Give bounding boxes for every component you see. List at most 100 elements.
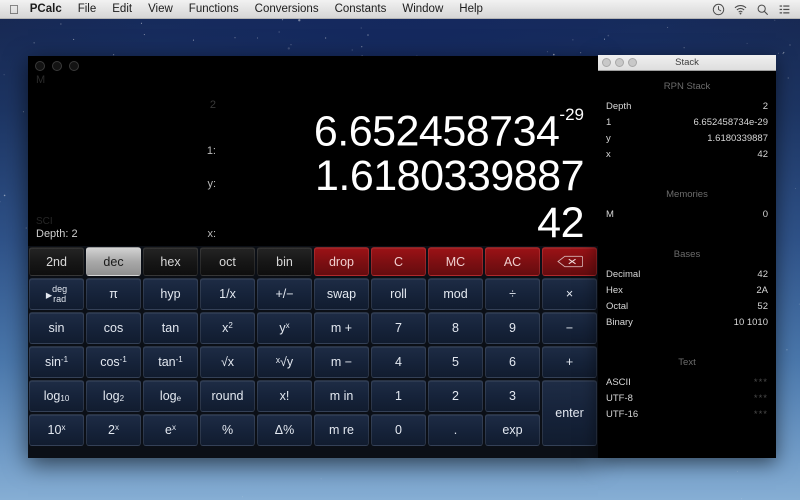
key-deg-rad[interactable]: ▸ degrad xyxy=(29,278,84,310)
key-4[interactable]: 4 xyxy=(371,346,426,378)
key-backspace[interactable] xyxy=(542,247,597,276)
key-bin[interactable]: bin xyxy=(257,247,312,276)
menu-item-constants[interactable]: Constants xyxy=(327,0,395,19)
key-acos[interactable]: cos-1 xyxy=(86,346,141,378)
key-e-power-x[interactable]: ex xyxy=(143,414,198,446)
stack-close-button[interactable] xyxy=(602,58,611,67)
key-atan[interactable]: tan-1 xyxy=(143,346,198,378)
text-row-ascii-key: ASCII xyxy=(606,376,631,390)
menu-bar:  PCalc File Edit View Functions Convers… xyxy=(0,0,800,19)
menu-item-edit[interactable]: Edit xyxy=(104,0,140,19)
display-row-y: 1.6180339887 xyxy=(164,152,584,199)
key-round[interactable]: round xyxy=(200,380,255,412)
key-oct[interactable]: oct xyxy=(200,247,255,276)
key-exponent[interactable]: exp xyxy=(485,414,540,446)
keypad-row-mode: 2nd dec hex oct bin drop C MC AC xyxy=(28,246,598,277)
notification-center-icon[interactable] xyxy=(778,3,791,16)
menu-item-help[interactable]: Help xyxy=(451,0,491,19)
key-cos[interactable]: cos xyxy=(86,312,141,344)
key-percent[interactable]: % xyxy=(200,414,255,446)
key-hyp[interactable]: hyp xyxy=(143,278,198,310)
menu-item-file[interactable]: File xyxy=(70,0,105,19)
stack-minimize-button[interactable] xyxy=(615,58,624,67)
key-power[interactable]: yx xyxy=(257,312,312,344)
spacer-3 xyxy=(606,331,768,347)
key-3[interactable]: 3 xyxy=(485,380,540,412)
key-dec[interactable]: dec xyxy=(86,247,141,276)
key-asin[interactable]: sin-1 xyxy=(29,346,84,378)
apple-logo-icon[interactable]:  xyxy=(9,3,19,16)
key-minus[interactable]: − xyxy=(542,312,597,344)
bases-row-octal-value: 52 xyxy=(757,300,768,314)
key-delta-percent[interactable]: Δ% xyxy=(257,414,312,446)
stack-window-titlebar[interactable]: Stack xyxy=(598,55,776,71)
keypad-rows-5-6: log10 log2 loge round x! m in 1 2 3 10x … xyxy=(28,379,598,447)
key-enter[interactable]: enter xyxy=(542,380,597,446)
key-6[interactable]: 6 xyxy=(485,346,540,378)
bases-row-decimal-value: 42 xyxy=(757,268,768,282)
key-nth-root[interactable]: ˣ√y xyxy=(257,346,312,378)
zoom-button[interactable] xyxy=(69,61,79,71)
key-5[interactable]: 5 xyxy=(428,346,483,378)
key-log10[interactable]: log10 xyxy=(29,380,84,412)
key-0[interactable]: 0 xyxy=(371,414,426,446)
key-pi[interactable]: π xyxy=(86,278,141,310)
menu-item-conversions[interactable]: Conversions xyxy=(247,0,327,19)
key-9[interactable]: 9 xyxy=(485,312,540,344)
key-memory-in[interactable]: m in xyxy=(314,380,369,412)
key-drop[interactable]: drop xyxy=(314,247,369,276)
key-memory-add[interactable]: m + xyxy=(314,312,369,344)
stack-row-y: y 1.6180339887 xyxy=(606,131,768,147)
key-swap[interactable]: swap xyxy=(314,278,369,310)
key-8[interactable]: 8 xyxy=(428,312,483,344)
menu-item-functions[interactable]: Functions xyxy=(181,0,247,19)
key-reciprocal[interactable]: 1/x xyxy=(200,278,255,310)
key-square[interactable]: x2 xyxy=(200,312,255,344)
pcalc-main-window: M SCI Depth: 2 2 1: y: x: 6.652458734-29… xyxy=(28,56,598,458)
menu-item-view[interactable]: View xyxy=(140,0,181,19)
key-2[interactable]: 2 xyxy=(428,380,483,412)
key-decimal-point[interactable]: . xyxy=(428,414,483,446)
minimize-button[interactable] xyxy=(52,61,62,71)
key-memory-subtract[interactable]: m − xyxy=(314,346,369,378)
key-plus[interactable]: + xyxy=(542,346,597,378)
key-deg-rad-label: degrad xyxy=(52,284,67,304)
key-hex[interactable]: hex xyxy=(143,247,198,276)
key-memory-recall[interactable]: m re xyxy=(314,414,369,446)
menu-item-window[interactable]: Window xyxy=(394,0,451,19)
stack-row-1-value: 6.652458734e-29 xyxy=(694,116,769,130)
key-2-power-x[interactable]: 2x xyxy=(86,414,141,446)
key-10-power-x[interactable]: 10x xyxy=(29,414,84,446)
key-multiply[interactable]: × xyxy=(542,278,597,310)
key-log2[interactable]: log2 xyxy=(86,380,141,412)
display-row-x: 42 xyxy=(164,199,584,247)
menu-item-app-name[interactable]: PCalc xyxy=(22,0,70,19)
key-factorial[interactable]: x! xyxy=(257,380,312,412)
key-sin[interactable]: sin xyxy=(29,312,84,344)
stack-row-x: x 42 xyxy=(606,147,768,163)
key-divide[interactable]: ÷ xyxy=(485,278,540,310)
key-memory-clear[interactable]: MC xyxy=(428,247,483,276)
key-sign[interactable]: +/− xyxy=(257,278,312,310)
stack-row-depth-value: 2 xyxy=(763,100,768,114)
key-clear[interactable]: C xyxy=(371,247,426,276)
text-row-utf8-value: *** xyxy=(754,392,768,406)
key-7[interactable]: 7 xyxy=(371,312,426,344)
key-loge[interactable]: loge xyxy=(143,380,198,412)
key-sqrt[interactable]: √x xyxy=(200,346,255,378)
wifi-icon[interactable] xyxy=(734,3,747,16)
search-icon[interactable] xyxy=(756,3,769,16)
key-mod[interactable]: mod xyxy=(428,278,483,310)
key-all-clear[interactable]: AC xyxy=(485,247,540,276)
key-1[interactable]: 1 xyxy=(371,380,426,412)
key-roll[interactable]: roll xyxy=(371,278,426,310)
text-row-utf16-key: UTF-16 xyxy=(606,408,638,422)
close-button[interactable] xyxy=(35,61,45,71)
stack-zoom-button[interactable] xyxy=(628,58,637,67)
time-machine-icon[interactable] xyxy=(712,3,725,16)
stack-window-body: RPN Stack Depth 2 1 6.652458734e-29 y 1.… xyxy=(598,81,776,423)
key-2nd[interactable]: 2nd xyxy=(29,247,84,276)
stack-row-1: 1 6.652458734e-29 xyxy=(606,115,768,131)
key-tan[interactable]: tan xyxy=(143,312,198,344)
memory-row-m: M 0 xyxy=(606,207,768,223)
